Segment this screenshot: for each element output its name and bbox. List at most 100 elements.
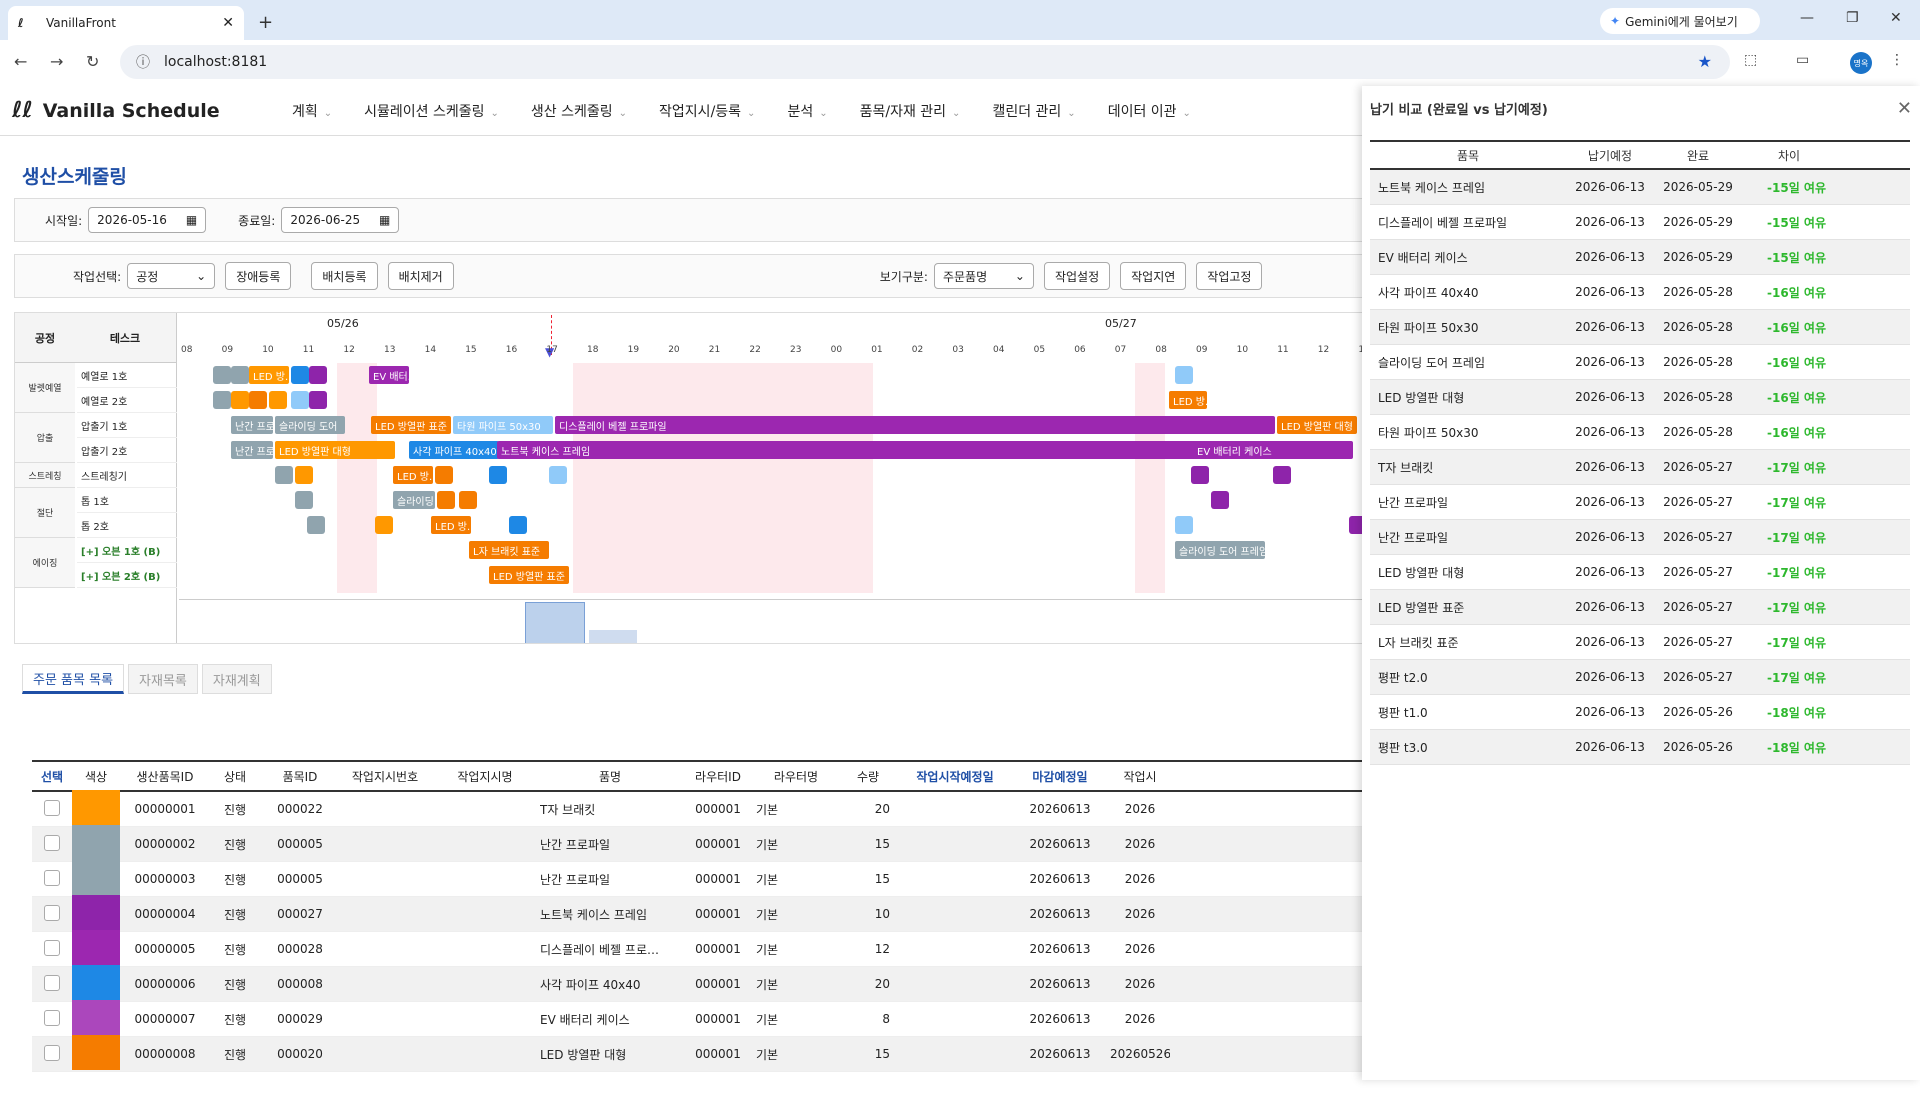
gantt-task-block[interactable] bbox=[549, 466, 567, 484]
menu-item[interactable]: 품목/자재 관리 ⌄ bbox=[860, 101, 961, 121]
column-header[interactable]: 작업지시번호 bbox=[340, 768, 430, 785]
reload-icon[interactable]: ↻ bbox=[86, 52, 99, 71]
close-tab-icon[interactable]: ✕ bbox=[222, 15, 234, 31]
column-header[interactable]: 선택 bbox=[32, 768, 72, 785]
row-checkbox[interactable] bbox=[44, 799, 60, 816]
row-checkbox[interactable] bbox=[44, 904, 60, 921]
column-header[interactable]: 생산품목ID bbox=[120, 768, 210, 785]
gantt-task-block[interactable] bbox=[375, 516, 393, 534]
new-tab-button[interactable]: + bbox=[258, 12, 273, 33]
gantt-task-block[interactable] bbox=[213, 391, 231, 409]
menu-item[interactable]: 분석 ⌄ bbox=[787, 101, 827, 121]
gantt-task-bar[interactable]: 사각 파이프 40x40 bbox=[409, 441, 499, 459]
column-header[interactable]: 라우터명 bbox=[756, 768, 836, 785]
gantt-task-bar[interactable]: LED 방.. bbox=[431, 516, 471, 534]
row-checkbox[interactable] bbox=[44, 1009, 60, 1026]
back-icon[interactable]: ← bbox=[14, 52, 27, 71]
table-cell[interactable] bbox=[32, 904, 72, 924]
gantt-task-block[interactable] bbox=[213, 366, 231, 384]
row-checkbox[interactable] bbox=[44, 1044, 60, 1061]
menu-item[interactable]: 캘린더 관리 ⌄ bbox=[992, 101, 1075, 121]
column-header[interactable]: 상태 bbox=[210, 768, 260, 785]
url-input[interactable]: ⓘ localhost:8181 ★ bbox=[120, 45, 1730, 79]
table-cell[interactable] bbox=[32, 799, 72, 819]
row-checkbox[interactable] bbox=[44, 939, 60, 956]
assign-button[interactable]: 배치등록 bbox=[311, 262, 378, 290]
column-header[interactable]: 품목ID bbox=[260, 768, 340, 785]
gantt-task-bar[interactable]: 슬라이딩 도어 bbox=[275, 416, 345, 434]
tab-material-plan[interactable]: 자재계획 bbox=[201, 664, 272, 694]
gantt-task-block[interactable] bbox=[1191, 466, 1209, 484]
table-row[interactable]: 00000006 진행 000008 사각 파이프 40x40 000001 기본 20 20… bbox=[32, 965, 1372, 1002]
column-header[interactable]: 작업시작예정일 bbox=[900, 768, 1010, 785]
gantt-task-bar[interactable]: LED 방.. bbox=[393, 466, 433, 484]
gantt-task-bar[interactable]: 슬라이딩 bbox=[393, 491, 435, 509]
restore-icon[interactable]: ❐ bbox=[1846, 10, 1859, 26]
gantt-task-block[interactable] bbox=[269, 391, 287, 409]
column-header[interactable]: 라우터ID bbox=[680, 768, 756, 785]
gantt-task-bar[interactable]: LED 방.. bbox=[1169, 391, 1207, 409]
close-window-icon[interactable]: ✕ bbox=[1890, 10, 1902, 26]
table-row[interactable]: 00000008 진행 000020 LED 방열판 대형 000001 기본 15 2026… bbox=[32, 1035, 1372, 1072]
gantt-task-block[interactable] bbox=[509, 516, 527, 534]
table-row[interactable]: 00000001 진행 000022 T자 브래킷 000001 기본 20 20260613… bbox=[32, 790, 1372, 827]
gantt-task-bar[interactable]: 타원 파이프 50x30 bbox=[453, 416, 553, 434]
minimap-window[interactable] bbox=[525, 602, 585, 643]
table-cell[interactable] bbox=[32, 974, 72, 994]
gemini-button[interactable]: ✦ Gemini에게 물어보기 bbox=[1600, 8, 1760, 34]
column-header[interactable]: 색상 bbox=[72, 768, 120, 785]
gantt-task-bar[interactable]: 슬라이딩 도어 프레임 bbox=[1175, 541, 1265, 559]
table-row[interactable]: 00000003 진행 000005 난간 프로파일 000001 기본 15 2026061… bbox=[32, 860, 1372, 897]
fault-register-button[interactable]: 장애등록 bbox=[225, 262, 292, 290]
browser-tab[interactable]: ℓ VanillaFront ✕ bbox=[8, 6, 244, 40]
resource-row-label[interactable]: [+] 오븐 2호 (B) bbox=[77, 563, 177, 588]
unassign-button[interactable]: 배치제거 bbox=[387, 262, 454, 290]
brand[interactable]: ℓℓ Vanilla Schedule bbox=[12, 98, 282, 123]
table-row[interactable]: 00000005 진행 000028 디스플레이 베젤 프로… 000001 기본 12 20… bbox=[32, 930, 1372, 967]
avatar[interactable]: 명옥 bbox=[1850, 52, 1872, 74]
gantt-task-bar[interactable]: 디스플레이 베젤 프로파일 bbox=[555, 416, 1275, 434]
row-checkbox[interactable] bbox=[44, 974, 60, 991]
table-row[interactable]: 00000004 진행 000027 노트북 케이스 프레임 000001 기본 10 202… bbox=[32, 895, 1372, 932]
menu-item[interactable]: 계획 ⌄ bbox=[292, 101, 332, 121]
gantt-task-bar[interactable]: LED 방열판 표준 bbox=[489, 566, 569, 584]
extensions-icon[interactable]: ⬚ bbox=[1744, 52, 1757, 68]
table-cell[interactable] bbox=[32, 1044, 72, 1064]
gantt-task-block[interactable] bbox=[459, 491, 477, 509]
gantt-task-block[interactable] bbox=[309, 366, 327, 384]
column-header[interactable]: 작업지시명 bbox=[430, 768, 540, 785]
menu-item[interactable]: 작업지시/등록 ⌄ bbox=[659, 101, 755, 121]
gantt-task-block[interactable] bbox=[437, 491, 455, 509]
gantt-task-block[interactable] bbox=[1175, 366, 1193, 384]
gantt-task-block[interactable] bbox=[307, 516, 325, 534]
gantt-task-block[interactable] bbox=[295, 491, 313, 509]
table-row[interactable]: 00000002 진행 000005 난간 프로파일 000001 기본 15 2026061… bbox=[32, 825, 1372, 862]
gantt-task-block[interactable] bbox=[435, 466, 453, 484]
gantt-task-bar[interactable]: EV 배터리 케이스 bbox=[1193, 441, 1353, 459]
menu-item[interactable]: 데이터 이관 ⌄ bbox=[1108, 101, 1191, 121]
column-header[interactable]: 수량 bbox=[836, 768, 900, 785]
gantt-minimap[interactable] bbox=[179, 599, 1363, 643]
task-delay-button[interactable]: 작업지연 bbox=[1120, 262, 1187, 290]
gantt-task-bar[interactable]: LED 방열판 대형 bbox=[275, 441, 395, 459]
task-setting-button[interactable]: 작업설정 bbox=[1043, 262, 1111, 290]
gantt-task-bar[interactable]: L자 브래킷 표준 bbox=[469, 541, 549, 559]
row-checkbox[interactable] bbox=[44, 834, 60, 851]
cast-icon[interactable]: ▭ bbox=[1796, 52, 1809, 68]
column-header[interactable]: 품명 bbox=[540, 768, 680, 785]
gantt-task-block[interactable] bbox=[231, 391, 249, 409]
bookmark-star-icon[interactable]: ★ bbox=[1698, 52, 1712, 71]
column-header[interactable]: 마감예정일 bbox=[1010, 768, 1110, 785]
gantt-task-block[interactable] bbox=[489, 466, 507, 484]
gantt-task-block[interactable] bbox=[291, 366, 309, 384]
gantt-task-block[interactable] bbox=[1175, 516, 1193, 534]
gantt-task-block[interactable] bbox=[309, 391, 327, 409]
gantt-task-block[interactable] bbox=[291, 391, 309, 409]
kebab-menu-icon[interactable]: ⋮ bbox=[1890, 52, 1904, 68]
menu-item[interactable]: 시뮬레이션 스케줄링 ⌄ bbox=[364, 101, 499, 121]
menu-item[interactable]: 생산 스케줄링 ⌄ bbox=[531, 101, 627, 121]
gantt-task-block[interactable] bbox=[249, 391, 267, 409]
table-cell[interactable] bbox=[32, 1009, 72, 1029]
gantt-task-block[interactable] bbox=[231, 366, 249, 384]
task-fix-button[interactable]: 작업고정 bbox=[1196, 262, 1263, 290]
